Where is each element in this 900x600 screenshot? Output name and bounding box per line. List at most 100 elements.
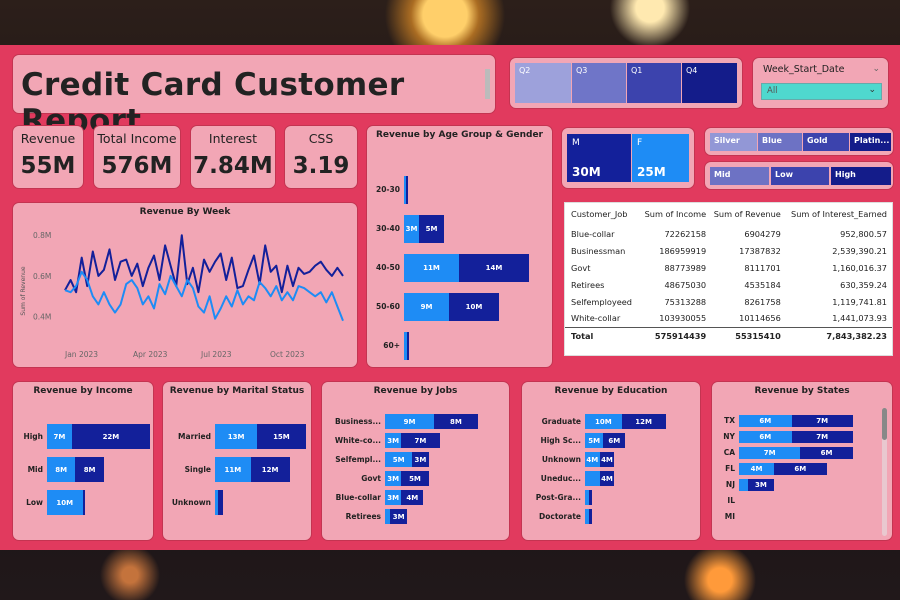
bar-segment[interactable]: 6M [774,463,827,475]
bar-segment[interactable] [739,479,748,491]
table-cell: 1,119,741.81 [832,296,887,307]
data-label: 3M [387,493,400,502]
table-header[interactable]: Sum of Interest_Earned [782,203,892,225]
quarter-slicer[interactable]: Q2 Q3 Q1 Q4 [509,57,743,109]
bar-segment[interactable]: 4M [599,452,615,467]
income-tile-low[interactable]: Low [771,167,829,185]
data-label: 7M [816,433,829,441]
bar-segment[interactable]: 5M [385,452,413,467]
bar-segment[interactable]: 8M [47,457,76,482]
data-label: 3M [405,225,418,233]
income-group-slicer[interactable]: Mid Low High [704,161,894,190]
bar-segment[interactable]: 3M [404,215,419,243]
gender-value: 30M [572,165,601,179]
bar-segment[interactable]: 4M [401,490,424,505]
week-dropdown-value: All [767,86,778,96]
card-category-slicer[interactable]: Silver Blue Gold Platin... [704,127,894,156]
bar-segment[interactable]: 12M [250,457,290,482]
bar-segment[interactable] [406,176,408,204]
bar-segment[interactable]: 3M [412,452,429,467]
bar-segment[interactable]: 7M [791,415,853,427]
chevron-down-icon: ⌄ [868,85,876,95]
table-cell: 17387832 [739,245,781,256]
bar-segment[interactable]: 5M [585,433,604,448]
bar-segment[interactable]: 8M [75,457,104,482]
bar-segment[interactable]: 4M [585,452,600,467]
bar-segment[interactable] [588,490,593,505]
table-total-row: Total 575914439 55315410 7,843,382.23 [565,327,892,345]
revenue-series-line-2[interactable] [64,270,344,322]
bar-segment[interactable]: 13M [215,424,258,449]
data-label: 3M [387,474,400,483]
x-tick-label: Jan 2023 [64,350,98,359]
bar-segment[interactable]: 14M [459,254,529,282]
gender-tile-f[interactable]: F 25M [632,134,689,182]
bar-segment[interactable]: 15M [257,424,306,449]
kpi-label: Revenue [20,131,76,146]
table-header[interactable]: Sum of Revenue [707,203,782,225]
bar-segment[interactable]: 12M [621,414,666,429]
bar-segment[interactable] [218,490,224,515]
title-cursor [485,69,490,99]
bar-segment[interactable]: 4M [739,463,774,475]
quarter-tile-q4[interactable]: Q4 [682,63,737,103]
bar-segment[interactable]: 7M [401,433,440,448]
card-tile-gold[interactable]: Gold [803,133,849,151]
table-header[interactable]: Sum of Income [638,203,707,225]
bar-segment[interactable]: 7M [791,431,853,443]
bar-segment[interactable] [585,471,600,486]
table-cell: Selfemployeed [571,296,633,307]
category-label: 40-50 [376,263,400,272]
bar-segment[interactable]: 6M [800,447,853,459]
bar-segment[interactable]: 3M [390,509,407,524]
vertical-scrollbar[interactable] [882,408,887,536]
bar-segment[interactable]: 7M [739,447,801,459]
bar-segment[interactable]: 22M [71,424,150,449]
eraser-icon[interactable]: ⌄ [872,64,880,74]
bar-segment[interactable]: 8M [434,414,478,429]
kpi-total-income: Total Income 576M [93,125,181,189]
gender-tile-m[interactable]: M 30M [567,134,631,182]
table-row: Retirees 48675030 4535184 630,359.24 [565,276,892,293]
bar-segment[interactable]: 3M [385,490,402,505]
table-cell: White-collar [571,313,621,324]
kpi-label: Total Income [97,131,177,146]
bar-segment[interactable] [82,490,85,515]
bar-segment[interactable]: 10M [47,490,83,515]
bar-segment[interactable]: 3M [385,433,402,448]
bar-segment[interactable]: 7M [47,424,72,449]
bar-segment[interactable]: 5M [401,471,429,486]
x-tick-label: Oct 2023 [270,350,305,359]
card-tile-blue[interactable]: Blue [758,133,802,151]
card-tile-platinum[interactable]: Platin... [850,133,891,151]
revenue-series-line-1[interactable] [64,234,344,294]
bar-segment[interactable]: 9M [385,414,435,429]
bar-segment[interactable]: 11M [215,457,251,482]
table-cell: 1,441,073.93 [832,313,887,324]
income-tile-high[interactable]: High [831,167,891,185]
gender-slicer[interactable]: M 30M F 25M [561,127,695,189]
table-cell: 48675030 [664,279,707,290]
income-tile-mid[interactable]: Mid [710,167,769,185]
quarter-tile-q1[interactable]: Q1 [627,63,681,103]
bar-segment[interactable]: 10M [449,293,499,321]
bar-segment[interactable]: 3M [385,471,402,486]
bar-segment[interactable]: 11M [404,254,459,282]
card-tile-silver[interactable]: Silver [710,133,757,151]
table-cell: Govt [571,262,591,273]
bar-segment[interactable]: 3M [747,479,774,491]
bar-segment[interactable]: 5M [419,215,444,243]
week-dropdown[interactable]: All ⌄ [761,83,882,100]
bar-segment[interactable]: 9M [404,293,449,321]
bar-segment[interactable] [407,332,409,360]
quarter-tile-q2[interactable]: Q2 [515,63,571,103]
bar-segment[interactable]: 10M [585,414,622,429]
bar-segment[interactable] [588,509,593,524]
bar-segment[interactable]: 6M [739,415,792,427]
scrollbar-thumb[interactable] [882,408,887,440]
quarter-tile-q3[interactable]: Q3 [572,63,626,103]
bar-segment[interactable]: 4M [599,471,615,486]
bar-segment[interactable]: 6M [739,431,792,443]
table-header[interactable]: Customer_Job [565,203,638,225]
bar-segment[interactable]: 6M [603,433,626,448]
